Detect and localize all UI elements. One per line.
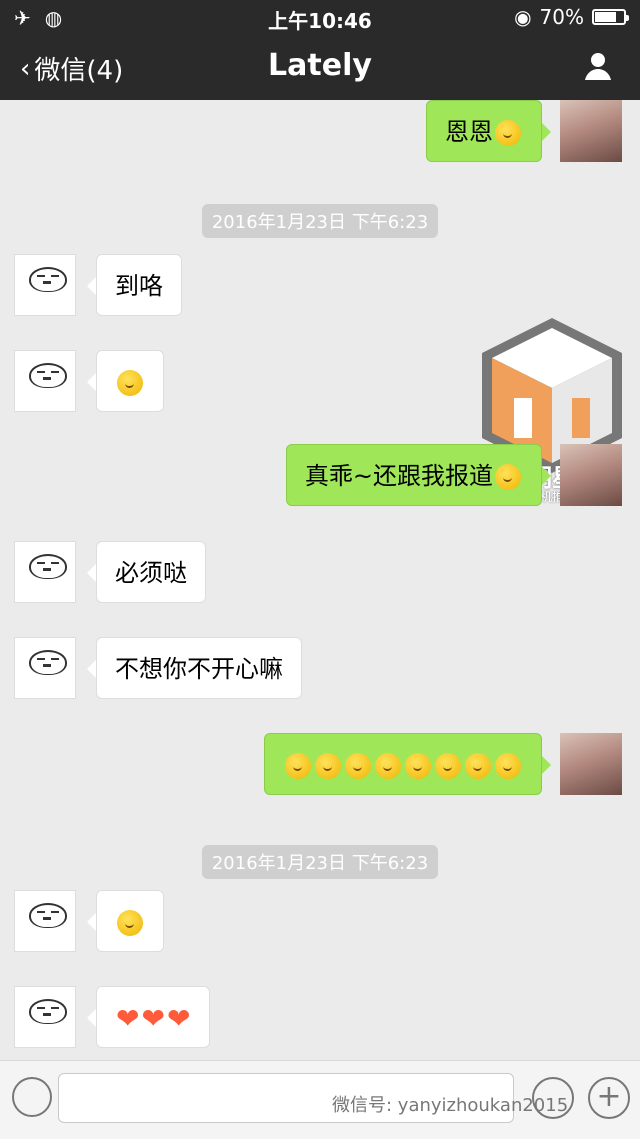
timestamp: 2016年1月23日 下午6:23	[0, 845, 640, 879]
avatar[interactable]	[560, 733, 622, 795]
message-row: 真乖~还跟我报道	[0, 444, 640, 506]
heart-icon: ❤	[141, 1002, 165, 1035]
timestamp: 2016年1月23日 下午6:23	[0, 204, 640, 238]
avatar-face-icon	[29, 903, 67, 928]
message-bubble[interactable]: 到咯	[87, 254, 182, 316]
timestamp-label: 2016年1月23日 下午6:23	[201, 845, 439, 879]
chat-title: Lately	[268, 48, 372, 83]
chat-area: 恩恩 2016年1月23日 下午6:23 到咯 全明星探 手机推广 真乖~还跟我…	[0, 100, 640, 1060]
message-bubble[interactable]: 恩恩	[426, 100, 551, 162]
kiss-emoji-icon	[435, 753, 461, 779]
message-row: ❤❤❤	[0, 986, 640, 1048]
avatar-face-icon	[29, 650, 67, 675]
avatar[interactable]	[560, 444, 622, 506]
grin-emoji-icon	[117, 370, 143, 396]
avatar-face-icon	[29, 999, 67, 1024]
message-bubble[interactable]	[87, 890, 164, 952]
plus-button[interactable]: +	[588, 1077, 630, 1119]
lock-icon: ◉	[514, 5, 532, 29]
avatar-face-icon	[29, 267, 67, 292]
avatar[interactable]	[14, 254, 76, 316]
kiss-emoji-icon	[405, 753, 431, 779]
status-right: ◉ 70%	[514, 5, 629, 29]
avatar-face-icon	[29, 554, 67, 579]
message-bubble[interactable]	[264, 733, 551, 795]
message-bubble[interactable]: 不想你不开心嘛	[87, 637, 302, 699]
kiss-emoji-icon	[465, 753, 491, 779]
avatar[interactable]	[14, 350, 76, 412]
kiss-emoji-icon	[117, 910, 143, 936]
message-bubble[interactable]: ❤❤❤	[86, 986, 211, 1048]
penguin-emoji-icon	[495, 120, 521, 146]
message-row: 不想你不开心嘛	[0, 637, 640, 699]
kiss-emoji-icon	[375, 753, 401, 779]
profile-icon[interactable]	[580, 48, 616, 84]
input-bar: + 微信号: yanyizhoukan2015	[0, 1060, 640, 1139]
avatar[interactable]	[560, 100, 622, 162]
kiss-emoji-icon	[315, 753, 341, 779]
message-row	[0, 733, 640, 795]
status-bar: ✈ ◍ 上午10:46 ◉ 70%	[0, 0, 640, 34]
heart-icon: ❤	[116, 1002, 140, 1035]
message-row: 必须哒	[0, 541, 640, 603]
kiss-emoji-icon	[285, 753, 311, 779]
message-row: 到咯	[0, 254, 640, 316]
battery-icon	[592, 9, 629, 25]
message-text: 到咯	[115, 272, 163, 300]
avatar-face-icon	[29, 363, 67, 388]
message-text: 必须哒	[115, 559, 187, 587]
avatar[interactable]	[14, 890, 76, 952]
message-bubble[interactable]: 真乖~还跟我报道	[285, 444, 552, 506]
timestamp-label: 2016年1月23日 下午6:23	[201, 204, 439, 238]
kiss-emoji-icon	[345, 753, 371, 779]
message-bubble[interactable]: 必须哒	[87, 541, 206, 603]
heart-icon: ❤	[166, 1002, 191, 1035]
avatar[interactable]	[14, 986, 76, 1048]
nav-bar: ‹ 微信(4) Lately	[0, 34, 640, 100]
battery-percent: 70%	[539, 5, 584, 29]
message-text: 恩恩	[445, 118, 493, 146]
voice-button[interactable]	[12, 1077, 52, 1117]
message-row: 恩恩	[0, 100, 640, 162]
message-text: 真乖~还跟我报道	[304, 462, 493, 490]
avatar[interactable]	[14, 541, 76, 603]
victory-hand-emoji-icon	[495, 464, 521, 490]
message-bubble[interactable]	[87, 350, 164, 412]
message-text: 不想你不开心嘛	[115, 655, 283, 683]
message-row	[0, 890, 640, 952]
avatar[interactable]	[14, 637, 76, 699]
wechat-id-watermark: 微信号: yanyizhoukan2015	[332, 1095, 569, 1116]
kiss-emoji-icon	[495, 753, 521, 779]
